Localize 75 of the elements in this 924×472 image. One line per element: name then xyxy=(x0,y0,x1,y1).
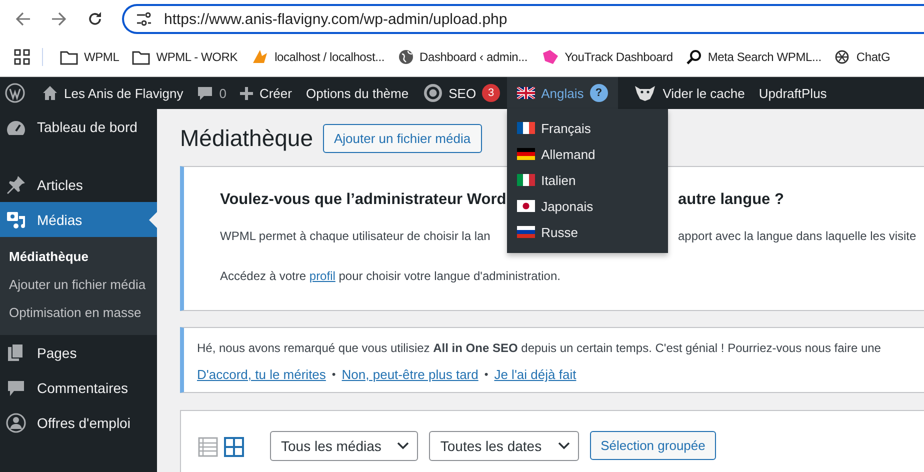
uk-flag-icon xyxy=(517,87,536,99)
gear-icon xyxy=(422,83,443,103)
notice-text: apport avec la langue dans laquelle les visite xyxy=(678,229,918,243)
profile-link[interactable]: profil xyxy=(309,269,336,283)
chevron-down-icon xyxy=(558,442,570,450)
bookmark[interactable]: WPML xyxy=(55,46,124,68)
filter-dropdown[interactable]: Tous les médias xyxy=(270,431,418,461)
italian-flag-icon xyxy=(517,174,536,186)
bookmark[interactable]: YouTrack Dashboard xyxy=(536,45,678,69)
submenu-item[interactable]: Ajouter un fichier média xyxy=(0,271,157,299)
toolbar-item[interactable]: Créer xyxy=(233,77,299,109)
russian-flag-icon xyxy=(517,226,536,238)
toolbar-item[interactable]: UpdraftPlus xyxy=(752,77,834,109)
sidebar-item[interactable]: Articles xyxy=(0,167,157,202)
bookmark[interactable]: localhost / localhost... xyxy=(246,45,390,69)
filter-dropdown[interactable]: Toutes les dates xyxy=(429,431,579,461)
house-icon xyxy=(42,85,58,101)
notice-text: WPML permet à chaque utilisateur de choisir la lan xyxy=(220,229,492,243)
media-icon xyxy=(6,210,26,230)
japanese-flag-icon xyxy=(517,200,536,212)
notice-title: autre langue ? xyxy=(678,191,785,209)
french-flag-icon xyxy=(517,122,536,134)
sidebar-item[interactable]: Tableau de bord xyxy=(0,115,157,167)
knot-icon xyxy=(834,49,850,65)
wordpress-logo-icon[interactable] xyxy=(5,83,25,103)
german-flag-icon xyxy=(517,148,536,160)
submenu-item[interactable]: Optimisation en masse xyxy=(0,299,157,327)
toolbar-item[interactable]: Vider le cache xyxy=(626,77,752,109)
sidebar-item[interactable]: Offres d'emploi xyxy=(0,405,157,440)
chevron-down-icon xyxy=(397,442,410,450)
bulk-select-button[interactable]: Sélection groupée xyxy=(590,431,716,460)
page-title: Médiathèque xyxy=(180,124,313,152)
sail-logo-icon xyxy=(250,49,269,65)
add-media-button[interactable]: Ajouter un fichier média xyxy=(323,124,482,152)
magnifier-icon xyxy=(686,49,702,65)
pushpin-icon xyxy=(6,174,26,194)
bookmark[interactable]: WPML - WORK xyxy=(127,46,243,68)
toolbar-item[interactable]: Options du thème xyxy=(298,77,416,109)
back-arrow-icon xyxy=(15,11,31,27)
notice-text: Accédez à votre profil pour choisir votre langue d'administration. xyxy=(220,269,562,283)
apps-grid-icon[interactable] xyxy=(14,49,30,65)
globe-icon xyxy=(398,49,414,65)
review-text: Hé, nous avons remarqué que vous utilisiez All in One SEO depuis un certain temps. C'est génial ! Pourriez-vous nous faire une xyxy=(197,341,882,355)
toolbar-item[interactable]: SEO 3 xyxy=(416,77,508,109)
separator: • xyxy=(332,368,336,380)
review-link[interactable]: Non, peut-être plus tard xyxy=(342,367,478,382)
review-link[interactable]: D'accord, tu le mérites xyxy=(197,367,326,382)
address-bar[interactable]: https://www.anis-flavigny.com/wp-admin/upload.php xyxy=(122,4,924,34)
person-badge-icon xyxy=(6,412,26,432)
sidebar-item[interactable]: Commentaires xyxy=(0,370,157,405)
submenu-item[interactable]: Médiathèque xyxy=(0,243,157,271)
bookmark[interactable]: ChatG xyxy=(829,45,896,69)
sidebar-item[interactable]: Médias xyxy=(0,202,157,237)
toolbar-item[interactable]: 0 xyxy=(190,77,234,109)
help-badge: ? xyxy=(590,84,608,102)
forward-arrow-icon xyxy=(51,11,67,27)
folder-icon xyxy=(132,50,150,64)
bookmark-logo-icon xyxy=(540,49,559,65)
notice-title: Voulez-vous que l’administrateur Word xyxy=(220,191,508,209)
sidebar-item[interactable]: Pages xyxy=(0,335,157,370)
speech-bubble-icon xyxy=(197,85,214,101)
tune-icon xyxy=(136,12,152,26)
grid-view-icon[interactable] xyxy=(224,437,244,457)
animal-head-icon xyxy=(632,84,657,102)
bookmark[interactable]: Dashboard ‹ admin... xyxy=(392,45,533,69)
url-text: https://www.anis-flavigny.com/wp-admin/upload.php xyxy=(164,10,508,28)
toolbar-item[interactable]: Les Anis de Flavigny xyxy=(35,77,190,109)
reload-icon xyxy=(87,11,103,27)
bookmark[interactable]: Meta Search WPML... xyxy=(680,45,826,69)
count-badge: 3 xyxy=(482,84,500,102)
separator: • xyxy=(484,368,488,380)
review-link[interactable]: Je l'ai déjà fait xyxy=(494,367,576,382)
plus-icon xyxy=(240,86,254,100)
gauge-icon xyxy=(6,119,26,137)
folder-icon xyxy=(60,50,78,64)
